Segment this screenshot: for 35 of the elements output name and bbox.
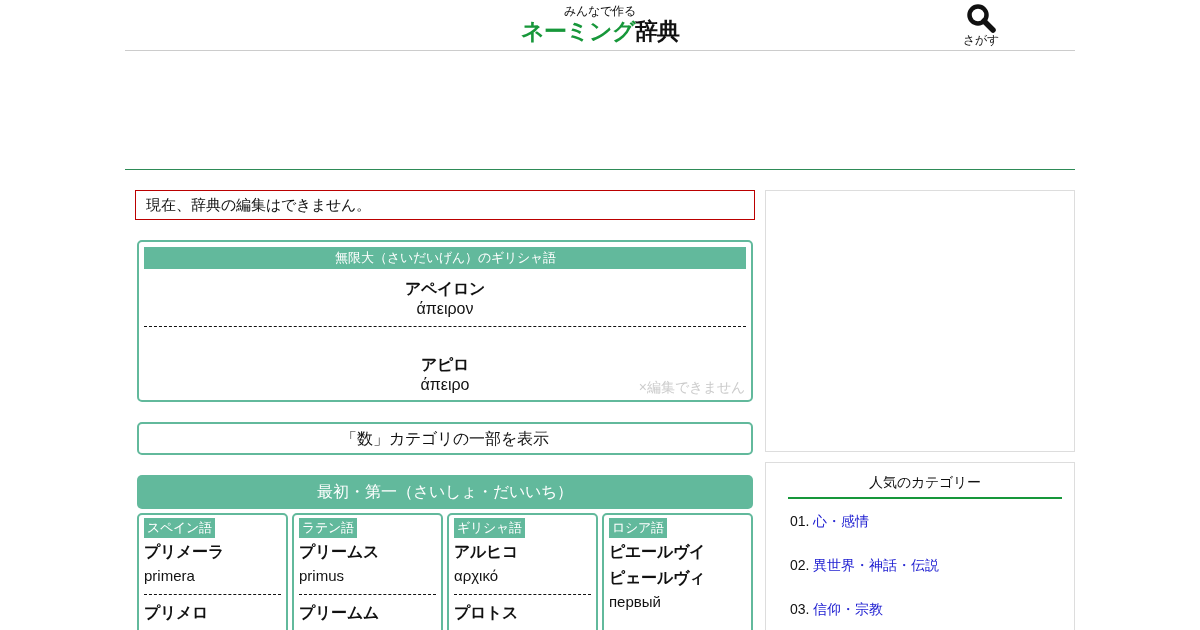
featured-title: 無限大（さいだいげん）のギリシャ語 [144, 247, 746, 269]
word-reading: プリメロ [144, 603, 209, 623]
search-icon [966, 3, 996, 33]
rank-number: 03. [790, 601, 810, 617]
site-logo[interactable]: ネーミング辞典 [521, 18, 679, 44]
word-reading: プロトス [454, 603, 519, 623]
word-original: άπειρον [416, 299, 474, 319]
logo-tagline: みんなで作る [564, 4, 636, 18]
word-reading: ピェールヴィ [609, 568, 706, 588]
word-reading: プリームス [299, 542, 380, 562]
word-reading: プリームム [299, 603, 380, 623]
rank-number: 02. [790, 557, 810, 573]
word-reading: プリメーラ [144, 542, 225, 562]
category-heading: 最初・第一（さいしょ・だいいち） [137, 475, 753, 509]
category-button[interactable]: 「数」カテゴリの一部を表示 [137, 422, 753, 455]
language-tag: ギリシャ語 [454, 518, 525, 538]
popular-title: 人気のカテゴリー [788, 473, 1062, 499]
category-link[interactable]: 異世界・神話・伝説 [813, 557, 940, 573]
search-button[interactable]: さがす [963, 0, 999, 50]
word-original: primus [299, 566, 345, 586]
word-original: άπειρο [420, 375, 470, 395]
word-reading: アルヒコ [454, 542, 519, 562]
language-tag: ラテン語 [299, 518, 357, 538]
notice-message: 現在、辞典の編集はできません。 [135, 190, 755, 220]
word-original: primera [144, 566, 196, 586]
language-tag: ロシア語 [609, 518, 667, 538]
word-original: первый [609, 592, 662, 612]
language-tag: スペイン語 [144, 518, 215, 538]
category-link[interactable]: 心・感情 [813, 513, 870, 529]
rank-number: 01. [790, 513, 810, 529]
category-link[interactable]: 信仰・宗教 [813, 601, 884, 617]
word-original: αρχικό [454, 566, 500, 586]
word-reading: ピエールヴイ [609, 542, 706, 562]
word-reading: アピロ [421, 355, 469, 375]
word-reading: アペイロン [405, 279, 485, 299]
